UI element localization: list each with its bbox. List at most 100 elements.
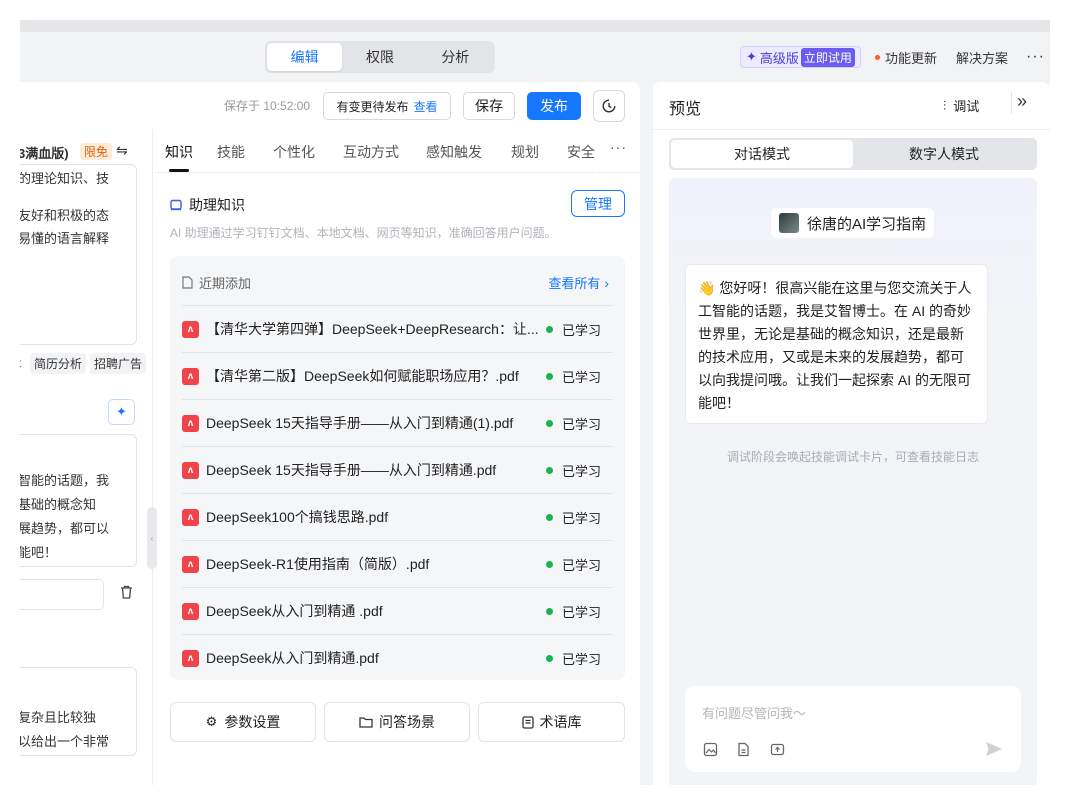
knowledge-file-row[interactable]: ᴧ DeepSeek100个搞钱思路.pdf 已学习 — [182, 493, 613, 540]
greeting-line: 能吧！ — [698, 395, 740, 411]
greeting-line: 世界里，无论是基础的概念知识，还是最新 — [698, 326, 964, 342]
file-name: DeepSeek从入门到精通 .pdf — [206, 603, 383, 619]
learned-status: 已学习 — [545, 367, 601, 386]
debug-button[interactable]: ⫶ 调试 — [943, 96, 979, 115]
learned-status: 已学习 — [545, 461, 601, 480]
status-dot — [545, 607, 553, 615]
glossary-label: 术语库 — [539, 714, 582, 730]
pro-version-button[interactable]: ✦ 高级版 立即试用 — [740, 46, 861, 68]
greeting-line: 的技术应用，又或是未来的发展趋势，都可 — [698, 349, 964, 365]
digital-human-tab[interactable]: 数字人模式 — [853, 140, 1035, 168]
status-dot — [545, 372, 553, 380]
assistant-card: 徐唐的AI学习指南 — [771, 208, 935, 238]
knowledge-file-row[interactable]: ᴧ DeepSeek 15天指导手册——从入门到精通.pdf 已学习 — [182, 446, 613, 493]
example-textarea[interactable]: 复杂且比较独 以给出一个非常 — [20, 667, 137, 756]
knowledge-file-row[interactable]: ᴧ 【清华大学第四弹】DeepSeek+DeepResearch：让... 已学… — [182, 305, 613, 352]
knowledge-description: AI 助理通过学习钉钉文档、本地文档、网页等知识，准确回答用户问题。 — [170, 226, 557, 240]
assistant-name: 徐唐的AI学习指南 — [807, 215, 927, 233]
file-name: DeepSeek-R1使用指南（简版）.pdf — [206, 556, 430, 572]
opener-line: 展趋势，都可以 — [20, 521, 110, 536]
knowledge-file-row[interactable]: ᴧ DeepSeek-R1使用指南（简版）.pdf 已学习 — [182, 540, 613, 587]
collapse-preview-icon[interactable]: » — [1017, 91, 1027, 112]
save-button[interactable]: 保存 — [463, 92, 515, 120]
opener-textarea[interactable]: 智能的话题，我 基础的概念知 展趋势，都可以 能吧！ — [20, 434, 137, 567]
image-icon[interactable] — [703, 742, 718, 757]
history-icon — [602, 99, 616, 113]
tab-knowledge[interactable]: 知识 — [165, 142, 193, 162]
collapse-handle[interactable]: ‹ — [147, 507, 157, 569]
feature-update-link[interactable]: 功能更新 — [875, 46, 937, 68]
free-badge: 限免 — [80, 143, 113, 160]
opener-line: 智能的话题，我 — [20, 473, 110, 488]
status-label: 已学习 — [561, 463, 601, 479]
tab-fade — [594, 129, 598, 173]
tab-edit[interactable]: 编辑 — [267, 43, 343, 71]
active-tab-indicator — [169, 169, 189, 172]
book-icon — [170, 199, 182, 210]
history-button[interactable] — [593, 90, 625, 122]
persona-textarea[interactable]: 的理论知识、技 友好和积极的态 易懂的语言解释 — [20, 164, 137, 345]
more-tabs-icon[interactable]: ··· — [610, 139, 627, 155]
example-line: 复杂且比较独 — [20, 710, 97, 725]
preview-panel: 预览 ⫶ 调试 » 对话模式 数字人模式 徐唐的AI学习指南 👋 您好呀！很高兴… — [653, 82, 1050, 785]
persona-line: 友好和积极的态 — [20, 208, 110, 223]
greeting-line: 以向我提问哦。让我们一起探索 AI 的无限可 — [698, 372, 972, 388]
manage-button[interactable]: 管理 — [571, 190, 625, 217]
upload-icon[interactable] — [770, 742, 785, 757]
tab-perception[interactable]: 感知触发 — [426, 142, 482, 162]
chevron-right-icon: › — [604, 274, 609, 291]
knowledge-file-row[interactable]: ᴧ DeepSeek从入门到精通.pdf 已学习 — [182, 634, 613, 681]
glossary-icon — [521, 715, 534, 729]
knowledge-title: 助理知识 — [189, 197, 245, 213]
tab-personalization[interactable]: 个性化 — [273, 142, 315, 162]
app-window: 编辑 权限 分析 ✦ 高级版 立即试用 功能更新 解决方案 ··· 保存于 10… — [20, 20, 1050, 785]
tab-analytics[interactable]: 分析 — [418, 43, 493, 71]
pdf-icon: ᴧ — [182, 320, 199, 338]
file-name: 【清华第二版】DeepSeek如何赋能职场应用？.pdf — [206, 368, 519, 384]
chat-mode-tab[interactable]: 对话模式 — [671, 140, 853, 168]
publish-button[interactable]: 发布 — [527, 92, 581, 120]
knowledge-header: 助理知识 — [170, 195, 245, 215]
status-dot — [545, 560, 553, 568]
question-input[interactable] — [20, 579, 104, 610]
divider — [653, 129, 1050, 130]
tab-interaction[interactable]: 互动方式 — [343, 142, 399, 162]
knowledge-file-row[interactable]: ᴧ DeepSeek 15天指导手册——从入门到精通(1).pdf 已学习 — [182, 399, 613, 446]
learned-status: 已学习 — [545, 508, 601, 527]
solutions-link[interactable]: 解决方案 — [956, 46, 1008, 68]
tab-skills[interactable]: 技能 — [217, 142, 245, 162]
file-icon[interactable] — [736, 742, 751, 757]
greeting-message: 👋 您好呀！很高兴能在这里与您交流关于人 工智能的话题，我是艾智博士。在 AI … — [685, 264, 988, 424]
more-icon[interactable]: ··· — [1026, 46, 1045, 68]
chat-area: 徐唐的AI学习指南 👋 您好呀！很高兴能在这里与您交流关于人 工智能的话题，我是… — [669, 178, 1037, 785]
view-all-label: 查看所有 — [548, 276, 601, 291]
switch-model-icon[interactable]: ⇋ — [116, 142, 128, 159]
pending-changes-button[interactable]: 有变更待发布 查看 — [323, 92, 451, 120]
learned-status: 已学习 — [545, 555, 601, 574]
view-changes-link[interactable]: 查看 — [414, 98, 438, 115]
template-chip-resume[interactable]: 简历分析 — [30, 353, 87, 374]
knowledge-file-row[interactable]: ᴧ DeepSeek从入门到精通 .pdf 已学习 — [182, 587, 613, 634]
model-name: 3满血版) — [20, 146, 69, 161]
tab-planning[interactable]: 规划 — [511, 142, 539, 162]
delete-icon[interactable] — [120, 585, 133, 602]
params-settings-button[interactable]: ⚙ 参数设置 — [170, 702, 316, 742]
template-chip-recruit[interactable]: 招聘广告 — [90, 353, 147, 374]
prompt-column: 3满血版) 限免 ⇋ 的理论知识、技 友好和积极的态 易懂的语言解释 t 简历分… — [20, 129, 153, 785]
chat-input-box[interactable]: 有问题尽管问我～ — [685, 686, 1021, 772]
qa-scenes-button[interactable]: 问答场景 — [324, 702, 470, 742]
document-icon — [182, 276, 193, 289]
send-icon[interactable] — [984, 739, 1004, 759]
chat-input[interactable]: 有问题尽管问我～ — [702, 703, 806, 722]
tab-security[interactable]: 安全 — [567, 142, 595, 162]
learned-status: 已学习 — [545, 414, 601, 433]
file-name: 【清华大学第四弹】DeepSeek+DeepResearch：让... — [206, 321, 539, 337]
knowledge-file-row[interactable]: ᴧ 【清华第二版】DeepSeek如何赋能职场应用？.pdf 已学习 — [182, 352, 613, 399]
divider — [1011, 92, 1012, 114]
template-chip[interactable]: t — [20, 356, 21, 370]
status-label: 已学习 — [561, 510, 601, 526]
tab-permissions[interactable]: 权限 — [342, 43, 417, 71]
view-all-link[interactable]: 查看所有 › — [548, 273, 609, 292]
glossary-button[interactable]: 术语库 — [478, 702, 625, 742]
ai-optimize-button[interactable]: ✦ — [108, 399, 135, 425]
